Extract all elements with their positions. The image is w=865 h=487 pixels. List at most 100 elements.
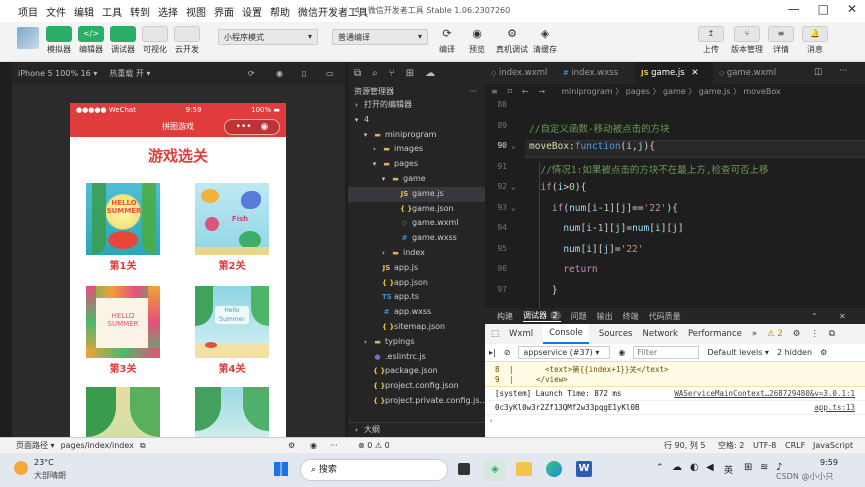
visual-button[interactable]: 可视化: [140, 26, 170, 55]
page-path[interactable]: pages/index/index: [61, 441, 134, 450]
more-icon[interactable]: •••: [236, 122, 252, 132]
taskbar-search[interactable]: ⌕ 搜索: [300, 459, 448, 481]
more-icon[interactable]: ⋮: [810, 329, 819, 339]
console-prompt[interactable]: ›: [485, 415, 865, 426]
more-icon[interactable]: ···: [469, 87, 477, 96]
tray-chevron-icon[interactable]: ⌃: [656, 463, 664, 473]
minimize-button[interactable]: —: [788, 2, 800, 16]
context-select[interactable]: appservice (#37) ▾: [518, 346, 611, 359]
sidebar-toggle-icon[interactable]: ▸|: [489, 348, 496, 357]
weather-icon[interactable]: [14, 461, 28, 475]
fold-icon[interactable]: ⌄: [511, 141, 516, 150]
file-item[interactable]: { }app.json: [348, 276, 485, 291]
menu-item[interactable]: 项目: [14, 4, 42, 19]
devtab-performance[interactable]: Performance: [688, 329, 742, 339]
word-icon[interactable]: W: [576, 461, 592, 477]
folder-item[interactable]: ▾ ▬ game: [348, 172, 485, 187]
level-card[interactable]: Hello Summer 第4关: [194, 286, 270, 375]
bookmark-icon[interactable]: ⌑: [508, 87, 512, 96]
close-button[interactable]: ✕: [847, 2, 857, 16]
start-icon[interactable]: [274, 462, 288, 476]
console-output[interactable]: 8 | <text>第{{index+1}}关</text> 9 | </view> …: [485, 362, 865, 437]
menu-item[interactable]: 编辑: [70, 4, 98, 19]
menu-item[interactable]: 帮助: [266, 4, 294, 19]
dock-icon[interactable]: ⧉: [829, 329, 835, 339]
speaker-icon[interactable]: ◀: [706, 462, 714, 473]
outline-section[interactable]: › 大纲: [348, 422, 485, 437]
device-select[interactable]: iPhone 5 100% 16 ▾: [18, 69, 97, 78]
split-icon[interactable]: ◫: [814, 67, 822, 77]
more-tabs-icon[interactable]: »: [752, 329, 757, 339]
level-6-image[interactable]: [195, 387, 269, 437]
cloud-icon[interactable]: ☁: [425, 68, 435, 79]
menu-item[interactable]: 工具: [98, 4, 126, 19]
settings-icon[interactable]: ⚙: [288, 441, 295, 450]
maximize-button[interactable]: □: [818, 2, 829, 16]
level-2-image[interactable]: Fish: [195, 183, 269, 255]
tab-code-quality[interactable]: 代码质量: [649, 311, 681, 322]
editor-tab[interactable]: JS game.js ✕: [635, 62, 713, 84]
devtab-sources[interactable]: Sources: [599, 329, 633, 339]
remote-debug-button[interactable]: ⚙ 真机调试: [494, 26, 530, 55]
close-tab-icon[interactable]: ✕: [689, 68, 698, 78]
code-button[interactable]: </> 编辑器: [76, 26, 106, 55]
file-item[interactable]: TS app.ts: [348, 290, 485, 305]
level-card[interactable]: [194, 387, 270, 437]
forward-icon[interactable]: →: [539, 87, 546, 96]
file-item[interactable]: JS app.js: [348, 261, 485, 276]
menu-item[interactable]: 选择: [154, 4, 182, 19]
hotreload-select[interactable]: 热重载 开 ▾: [109, 68, 150, 79]
level-card[interactable]: [85, 387, 161, 437]
folder-item[interactable]: › ▬ typings: [348, 335, 485, 350]
language-mode[interactable]: JavaScript: [813, 441, 853, 450]
editor-tab[interactable]: # index.wxss: [557, 62, 635, 84]
level-1-image[interactable]: HELLO SUMMER: [86, 183, 160, 255]
menu-item[interactable]: 转到: [126, 4, 154, 19]
file-item[interactable]: { }project.config.json: [348, 379, 485, 394]
devtab-network[interactable]: Network: [642, 329, 678, 339]
version-button[interactable]: ⑂ 版本管理: [728, 26, 766, 55]
details-button[interactable]: ≡ 详情: [766, 26, 796, 55]
tab-output[interactable]: 输出: [597, 311, 613, 322]
wifi-icon[interactable]: ≋: [760, 462, 768, 473]
page-path-label[interactable]: 页面路径 ▾: [16, 440, 55, 451]
tab-terminal[interactable]: 终端: [623, 311, 639, 322]
close-circle-icon[interactable]: ◉: [260, 122, 268, 132]
file-item[interactable]: { }package.json: [348, 364, 485, 379]
folder-item[interactable]: › ▬ index: [348, 246, 485, 261]
file-item[interactable]: { }sitemap.json: [348, 320, 485, 335]
editor-tab[interactable]: ◇ index.wxml: [485, 62, 557, 84]
warnings-count[interactable]: ⚠ 2: [767, 329, 783, 339]
fold-icon[interactable]: ⌄: [511, 182, 516, 191]
file-explorer-icon[interactable]: [458, 463, 470, 475]
files-icon[interactable]: ⧉: [354, 68, 361, 79]
clear-icon[interactable]: ⊘: [504, 348, 511, 357]
file-item[interactable]: { }game.json: [348, 202, 485, 217]
editor-tab[interactable]: ◇ game.wxml: [713, 62, 803, 84]
devtab-wxml[interactable]: Wxml: [509, 329, 533, 339]
search-icon[interactable]: ⌕: [372, 68, 378, 79]
gear-icon[interactable]: ⚙: [820, 348, 827, 357]
level-4-image[interactable]: Hello Summer: [195, 286, 269, 358]
folder-item[interactable]: ▾ ▬ pages: [348, 157, 485, 172]
wechat-devtools-icon[interactable]: ◈: [484, 459, 506, 481]
tab-problems[interactable]: 问题: [571, 311, 587, 322]
phone-button[interactable]: 模拟器: [44, 26, 74, 55]
problems-count[interactable]: ⊗ 0 ⚠ 0: [358, 441, 390, 450]
level-5-image[interactable]: [86, 387, 160, 437]
cursor-position[interactable]: 行 90, 列 5: [664, 440, 705, 451]
level-3-image[interactable]: HELLO SUMMER: [86, 286, 160, 358]
ime-icon[interactable]: ⊞: [744, 462, 752, 473]
extensions-icon[interactable]: ⊞: [406, 68, 414, 79]
clear-cache-button[interactable]: ◈ 清缓存: [530, 26, 560, 55]
layout-icon[interactable]: ▭: [326, 69, 334, 78]
fold-icon[interactable]: ⌄: [511, 203, 516, 212]
cloud-button[interactable]: 云开发: [172, 26, 202, 55]
file-item[interactable]: # game.wxss: [348, 231, 485, 246]
folder-item[interactable]: ▾ ▬ miniprogram: [348, 128, 485, 143]
menu-item[interactable]: 设置: [238, 4, 266, 19]
message-button[interactable]: 🔔 消息: [800, 26, 830, 55]
compile-button[interactable]: ⟳ 编译: [432, 26, 462, 55]
filter-input[interactable]: [633, 346, 700, 359]
file-item[interactable]: ◇ game.wxml: [348, 216, 485, 231]
